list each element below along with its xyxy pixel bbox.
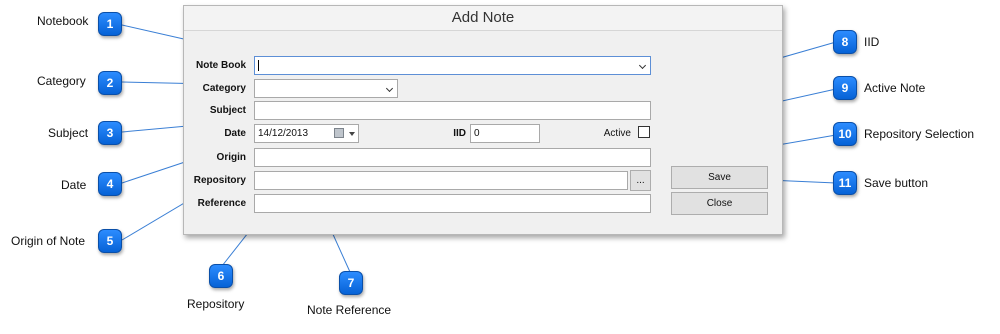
title-bar: Add Note <box>184 6 782 31</box>
callout-badge-8: 8 <box>833 30 857 54</box>
callout-badge-11: 11 <box>833 171 857 195</box>
origin-input[interactable] <box>254 148 651 167</box>
callout-label-2: Category <box>37 74 86 88</box>
close-button[interactable]: Close <box>671 192 768 215</box>
callout-label-1: Notebook <box>37 14 89 28</box>
category-label: Category <box>202 83 246 94</box>
callout-badge-1: 1 <box>98 12 122 36</box>
iid-input[interactable]: 0 <box>470 124 540 143</box>
notebook-label: Note Book <box>196 60 246 71</box>
text-caret <box>258 60 259 71</box>
callout-label-8: IID <box>864 35 880 49</box>
reference-input[interactable] <box>254 194 651 213</box>
iid-label: IID <box>453 128 466 139</box>
date-picker[interactable]: 14/12/2013 <box>254 124 359 143</box>
reference-label: Reference <box>197 198 246 209</box>
repository-browse-button[interactable]: ... <box>630 170 651 191</box>
chevron-down-icon <box>638 61 647 70</box>
callout-badge-9: 9 <box>833 76 857 100</box>
calendar-icon[interactable] <box>334 128 344 138</box>
repository-input[interactable] <box>254 171 628 190</box>
date-value: 14/12/2013 <box>258 128 309 139</box>
callout-label-3: Subject <box>48 126 89 140</box>
callout-label-9: Active Note <box>864 81 926 95</box>
iid-value: 0 <box>474 128 480 139</box>
repository-label: Repository <box>193 175 246 186</box>
callout-label-6: Repository <box>187 297 245 311</box>
callout-badge-7: 7 <box>339 271 363 295</box>
callout-label-11: Save button <box>864 176 929 190</box>
callout-badge-10: 10 <box>833 122 857 146</box>
category-dropdown[interactable] <box>254 79 398 98</box>
subject-label: Subject <box>209 105 246 116</box>
active-label: Active <box>603 128 631 139</box>
callout-badge-2: 2 <box>98 71 122 95</box>
dropdown-arrow-icon[interactable] <box>349 132 355 136</box>
callout-label-4: Date <box>61 178 87 192</box>
dialog-title: Add Note <box>451 9 515 26</box>
callout-label-10: Repository Selection <box>864 127 975 141</box>
callout-label-7: Note Reference <box>307 303 392 317</box>
callout-badge-6: 6 <box>209 264 233 288</box>
save-button[interactable]: Save <box>671 166 768 189</box>
add-note-dialog: Add Note Note Book Category Subject Date… <box>183 5 783 235</box>
notebook-dropdown[interactable] <box>254 56 651 75</box>
callout-label-5: Origin of Note <box>11 234 86 248</box>
callout-badge-3: 3 <box>98 121 122 145</box>
callout-badge-4: 4 <box>98 172 122 196</box>
subject-input[interactable] <box>254 101 651 120</box>
callout-badge-5: 5 <box>98 229 122 253</box>
chevron-down-icon <box>385 84 394 93</box>
origin-label: Origin <box>216 152 246 163</box>
active-checkbox[interactable] <box>638 126 650 138</box>
date-label: Date <box>224 128 246 139</box>
